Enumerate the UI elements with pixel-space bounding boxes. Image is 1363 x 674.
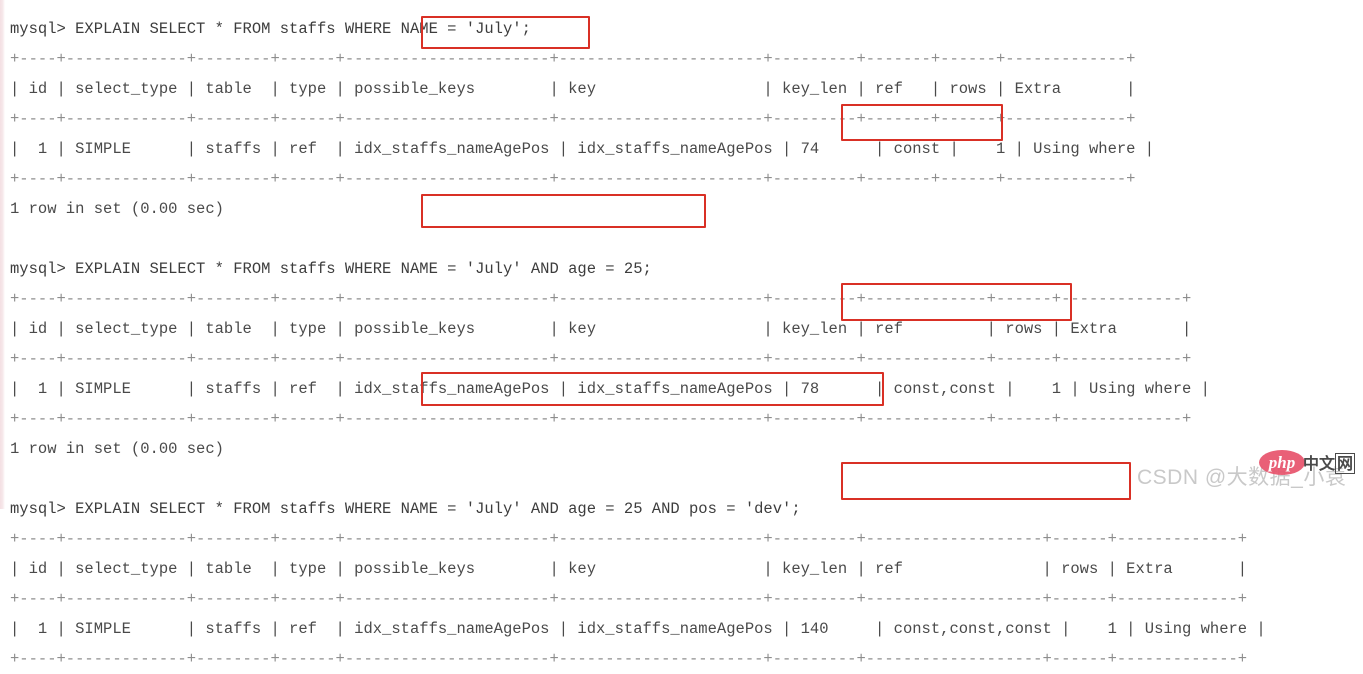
- terminal-line-status: 1 row in set (0.00 sec): [10, 200, 224, 218]
- terminal-line-rule: +----+-------------+--------+------+----…: [10, 650, 1248, 668]
- terminal-line-data: | id | select_type | table | type | poss…: [10, 320, 1192, 338]
- terminal-line-rule: +----+-------------+--------+------+----…: [10, 170, 1136, 188]
- terminal-line-data: | 1 | SIMPLE | staffs | ref | idx_staffs…: [10, 140, 1155, 158]
- terminal-line-rule: +----+-------------+--------+------+----…: [10, 530, 1248, 548]
- left-edge-gutter: [0, 0, 5, 509]
- terminal-line-rule: +----+-------------+--------+------+----…: [10, 50, 1136, 68]
- terminal-line-data: | 1 | SIMPLE | staffs | ref | idx_staffs…: [10, 380, 1210, 398]
- terminal-line-cmd: mysql> EXPLAIN SELECT * FROM staffs WHER…: [10, 20, 531, 38]
- terminal-line-data: | 1 | SIMPLE | staffs | ref | idx_staffs…: [10, 620, 1266, 638]
- terminal-line-cmd: mysql> EXPLAIN SELECT * FROM staffs WHER…: [10, 500, 801, 518]
- terminal-line-rule: +----+-------------+--------+------+----…: [10, 290, 1192, 308]
- terminal-line-rule: +----+-------------+--------+------+----…: [10, 590, 1248, 608]
- terminal-line-rule: +----+-------------+--------+------+----…: [10, 410, 1192, 428]
- terminal-line-data: | id | select_type | table | type | poss…: [10, 80, 1136, 98]
- terminal-line-data: | id | select_type | table | type | poss…: [10, 560, 1248, 578]
- terminal-line-cmd: mysql> EXPLAIN SELECT * FROM staffs WHER…: [10, 260, 652, 278]
- terminal-line-rule: +----+-------------+--------+------+----…: [10, 350, 1192, 368]
- terminal-line-rule: +----+-------------+--------+------+----…: [10, 110, 1136, 128]
- terminal-output: mysql> EXPLAIN SELECT * FROM staffs WHER…: [10, 14, 1363, 674]
- terminal-line-status: 1 row in set (0.00 sec): [10, 440, 224, 458]
